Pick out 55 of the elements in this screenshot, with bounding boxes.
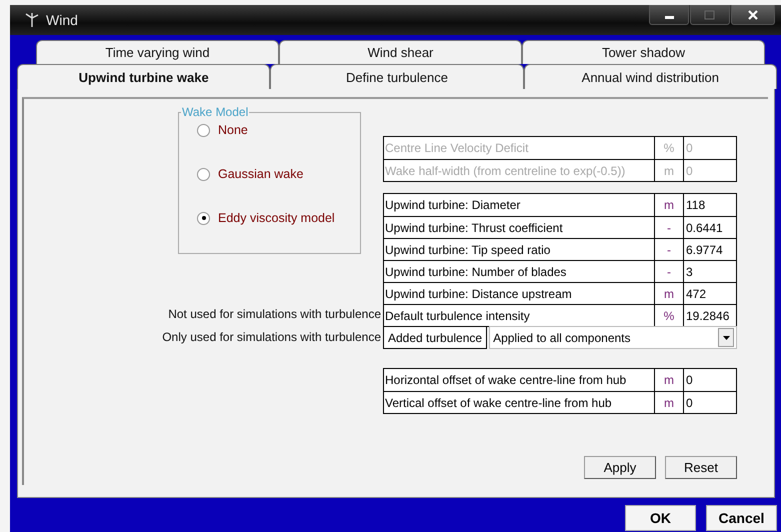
window-title: Wind <box>46 12 78 28</box>
dropdown-arrow-icon <box>722 336 730 340</box>
panel-button[interactable]: Reset <box>665 456 737 479</box>
unit-cell: - <box>654 261 683 282</box>
unit-cell: - <box>654 239 683 260</box>
parameter-label: Default turbulence intensity <box>384 308 531 324</box>
unit-cell: - <box>654 217 683 238</box>
value-field[interactable]: 0 <box>683 392 736 413</box>
minimize-icon <box>664 16 674 19</box>
parameter-label: Upwind turbine: Thrust coefficient <box>384 220 564 236</box>
close-button[interactable] <box>731 5 775 25</box>
value-field[interactable]: 6.9774 <box>683 239 736 260</box>
dialog-button[interactable]: OK <box>625 505 696 531</box>
tab[interactable]: Upwind turbine wake <box>17 64 270 89</box>
radio-label[interactable]: Eddy viscosity model <box>218 211 335 225</box>
parameter-label: Upwind turbine: Distance upstream <box>384 286 573 302</box>
parameter-label: Horizontal offset of wake centre-line from hub <box>384 372 628 389</box>
group-title: Wake Model <box>181 105 250 119</box>
parameter-label: Centre Line Velocity Deficit <box>384 140 530 157</box>
tab[interactable]: Wind shear <box>279 40 522 64</box>
tab[interactable]: Define turbulence <box>270 64 524 89</box>
radio-button[interactable] <box>197 212 210 224</box>
unit-cell: m <box>654 283 683 304</box>
tab[interactable]: Tower shadow <box>522 40 765 64</box>
unit-cell: m <box>654 392 683 413</box>
value-field[interactable]: 0.6441 <box>683 217 736 238</box>
maximize-icon <box>704 10 716 20</box>
value-field[interactable]: 3 <box>683 261 736 282</box>
tab[interactable]: Annual wind distribution <box>524 64 777 89</box>
unit-cell: m <box>654 194 683 216</box>
parameter-label: Upwind turbine: Diameter <box>384 197 522 214</box>
value-field[interactable]: 118 <box>683 194 736 216</box>
dialog-button[interactable]: Cancel <box>706 505 777 531</box>
parameter-label: Vertical offset of wake centre-line from hub <box>384 394 613 412</box>
parameter-label: Upwind turbine: Tip speed ratio <box>384 242 552 258</box>
minimize-button[interactable] <box>649 5 689 25</box>
unit-cell: m <box>654 369 683 391</box>
radio-button[interactable] <box>197 124 210 136</box>
close-icon <box>747 10 759 20</box>
value-field[interactable]: 472 <box>683 283 736 304</box>
panel-button[interactable]: Apply <box>584 456 656 479</box>
radio-label[interactable]: None <box>218 123 248 137</box>
unit-cell: % <box>654 137 683 159</box>
tab[interactable]: Time varying wind <box>36 40 279 64</box>
parameter-label: Added turbulence <box>383 326 488 349</box>
note-text: Not used for simulations with turbulence <box>168 306 381 323</box>
wind-turbine-icon <box>24 12 40 28</box>
unit-cell: m <box>654 160 683 181</box>
value-field[interactable]: 0 <box>683 369 736 391</box>
dropdown[interactable]: Applied to all components <box>489 326 737 349</box>
radio-label[interactable]: Gaussian wake <box>218 167 304 181</box>
note-text: Only used for simulations with turbulence <box>162 329 381 346</box>
radio-button[interactable] <box>197 168 210 180</box>
parameter-label: Wake half-width (from centreline to exp(-0.5)) <box>384 162 626 180</box>
parameter-label: Upwind turbine: Number of blades <box>384 264 568 280</box>
